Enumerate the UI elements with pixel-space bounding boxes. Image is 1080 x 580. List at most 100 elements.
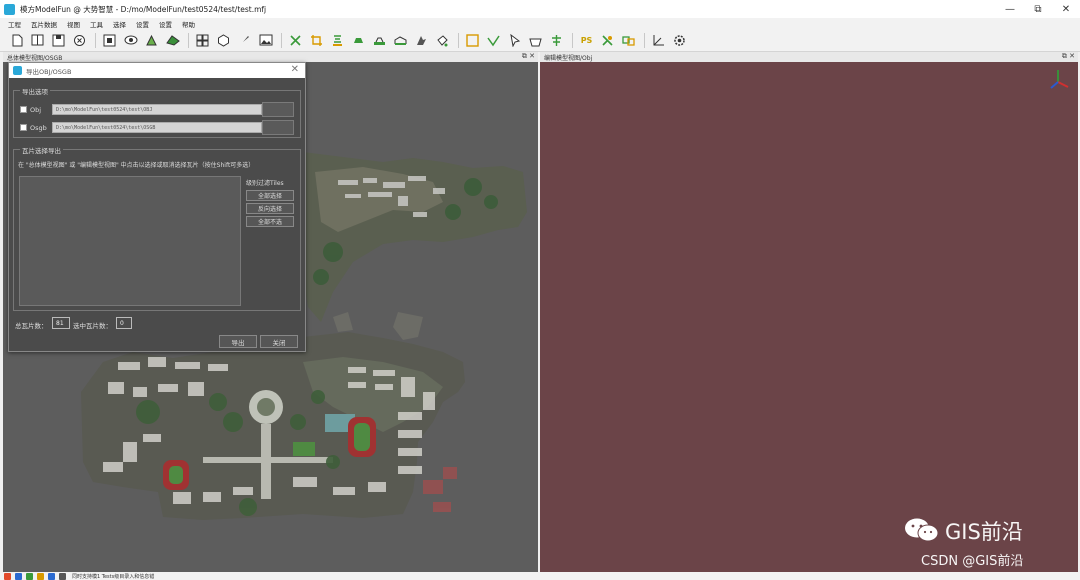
watermark-csdn: CSDN @GIS前沿 (921, 554, 1024, 569)
menu-select[interactable]: 选择 (113, 19, 126, 29)
title-bar: 模方ModelFun @ 大势智慧 - D:/mo/ModelFun/test0… (0, 0, 1080, 18)
frame-icon[interactable] (465, 33, 480, 48)
bridge-icon[interactable] (393, 33, 408, 48)
taskbar-app-icon[interactable] (37, 572, 44, 580)
taskbar-app-icon[interactable] (15, 572, 22, 580)
toolbar: PS (0, 29, 1080, 52)
obj-browse-button[interactable] (262, 102, 294, 117)
brush-icon[interactable] (237, 33, 252, 48)
toolbar-separator (458, 32, 459, 48)
right-view-header: 编辑模型视图/Obj ⧉ ✕ (540, 52, 1078, 62)
export-options-label: 导出选项 (20, 86, 50, 96)
green-tool-icon[interactable] (600, 33, 615, 48)
tile-selection-group: 瓦片选择导出 在 "总体模型视图" 或 "编辑模型视图" 中点击以选择或取消选择… (13, 145, 301, 311)
menu-project[interactable]: 工程 (8, 19, 21, 29)
osgb-path-field[interactable]: D:\mo\ModelFun\test0524\test\OSGB (52, 122, 262, 133)
mesh-icon[interactable] (165, 33, 180, 48)
close-button[interactable]: 关闭 (260, 335, 298, 348)
repair-icon[interactable] (414, 33, 429, 48)
left-view-controls[interactable]: ⧉ ✕ (522, 52, 535, 61)
taskbar-app-icon[interactable] (59, 572, 66, 580)
image-icon[interactable] (258, 33, 273, 48)
selected-tiles-field: 0 (116, 317, 132, 329)
watermark-brand: GIS前沿 (945, 520, 1023, 544)
osgb-checkbox[interactable] (20, 124, 27, 131)
left-view-title: 总体模型视图/OSGB (7, 54, 63, 62)
cube-icon[interactable] (216, 33, 231, 48)
fill-icon[interactable] (351, 33, 366, 48)
dialog-title: 导出OBJ/OSGB (26, 67, 72, 76)
close-circle-icon[interactable] (72, 33, 87, 48)
axis-gizmo-icon (1050, 70, 1069, 89)
menu-settings-2[interactable]: 设置 (159, 19, 172, 29)
settings-icon[interactable] (672, 33, 687, 48)
texture-icon[interactable] (330, 33, 345, 48)
app-logo-icon (4, 3, 15, 15)
menu-tile-data[interactable]: 瓦片数据 (31, 19, 57, 29)
toolbar-separator (572, 32, 573, 48)
obj-path-field[interactable]: D:\mo\ModelFun\test0524\test\OBJ (52, 104, 262, 115)
close-window-button[interactable]: ✕ (1052, 0, 1080, 18)
cut-icon[interactable] (288, 33, 303, 48)
open-icon[interactable] (30, 33, 45, 48)
level-filter-label: 级别过滤Tiles (246, 180, 284, 187)
ps-icon[interactable]: PS (579, 33, 594, 48)
dialog-title-bar[interactable]: 导出OBJ/OSGB ✕ (9, 63, 305, 78)
obj-checkbox[interactable] (20, 106, 27, 113)
export-dialog: 导出OBJ/OSGB ✕ 导出选项 Obj D:\mo\ModelFun\tes… (8, 62, 306, 352)
taskbar-app-icon[interactable] (4, 572, 11, 580)
menu-bar: 工程 瓦片数据 视图 工具 选择 设置 设置 帮助 (0, 18, 1080, 29)
new-file-icon[interactable] (9, 33, 24, 48)
selected-tiles-label: 选中瓦片数： (73, 322, 112, 330)
osgb-browse-button[interactable] (262, 120, 294, 135)
osgb-row: Osgb D:\mo\ModelFun\test0524\test\OSGB (20, 120, 294, 135)
menu-settings-1[interactable]: 设置 (136, 19, 149, 29)
link-icon[interactable] (621, 33, 636, 48)
minimize-button[interactable]: — (996, 0, 1024, 18)
eye-icon[interactable] (123, 33, 138, 48)
tile-selection-hint: 在 "总体模型视图" 或 "编辑模型视图" 中点击以选择或取消选择瓦片（按住Sh… (18, 162, 255, 169)
window-controls: — ⧉ ✕ (996, 0, 1080, 18)
window-title: 模方ModelFun @ 大势智慧 - D:/mo/ModelFun/test0… (20, 4, 267, 14)
check-icon[interactable] (486, 33, 501, 48)
toolbar-separator (644, 32, 645, 48)
menu-view[interactable]: 视图 (67, 19, 80, 29)
toolbar-separator (188, 32, 189, 48)
tile-selection-label: 瓦片选择导出 (20, 145, 63, 155)
menu-tools[interactable]: 工具 (90, 19, 103, 29)
select-all-button[interactable]: 全部选择 (246, 190, 294, 201)
crop-icon[interactable] (309, 33, 324, 48)
taskbar-text: 同时支持模1 Tests级目录入和信息错 (72, 573, 155, 580)
grid-icon[interactable] (195, 33, 210, 48)
align-icon[interactable] (549, 33, 564, 48)
menu-help[interactable]: 帮助 (182, 19, 195, 29)
wechat-logo-icon (905, 518, 939, 542)
taskbar-app-icon[interactable] (48, 572, 55, 580)
invert-selection-button[interactable]: 反向选择 (246, 203, 294, 214)
right-view-controls[interactable]: ⧉ ✕ (1062, 52, 1075, 61)
pointer-icon[interactable] (507, 33, 522, 48)
basket-icon[interactable] (528, 33, 543, 48)
model-icon[interactable] (144, 33, 159, 48)
left-view-header: 总体模型视图/OSGB ⧉ ✕ (3, 52, 538, 62)
total-tiles-field: 81 (52, 317, 70, 329)
toolbar-separator (281, 32, 282, 48)
axis-icon[interactable] (651, 33, 666, 48)
paint-bucket-icon[interactable] (435, 33, 450, 48)
osgb-label: Osgb (30, 123, 47, 132)
select-box-icon[interactable] (102, 33, 117, 48)
obj-label: Obj (30, 105, 42, 114)
save-icon[interactable] (51, 33, 66, 48)
flatten-icon[interactable] (372, 33, 387, 48)
toolbar-separator (95, 32, 96, 48)
export-button[interactable]: 导出 (219, 335, 257, 348)
select-none-button[interactable]: 全部不选 (246, 216, 294, 227)
dialog-app-icon (13, 66, 22, 75)
edit-model-view[interactable]: 编辑模型视图/Obj ⧉ ✕ (540, 52, 1078, 572)
taskbar-app-icon[interactable] (26, 572, 33, 580)
taskbar-strip: 同时支持模1 Tests级目录入和信息错 (0, 572, 1080, 580)
dialog-close-icon[interactable]: ✕ (291, 64, 299, 75)
tile-list-box[interactable] (19, 176, 241, 306)
restore-button[interactable]: ⧉ (1024, 0, 1052, 18)
export-options-group: 导出选项 Obj D:\mo\ModelFun\test0524\test\OB… (13, 86, 301, 138)
